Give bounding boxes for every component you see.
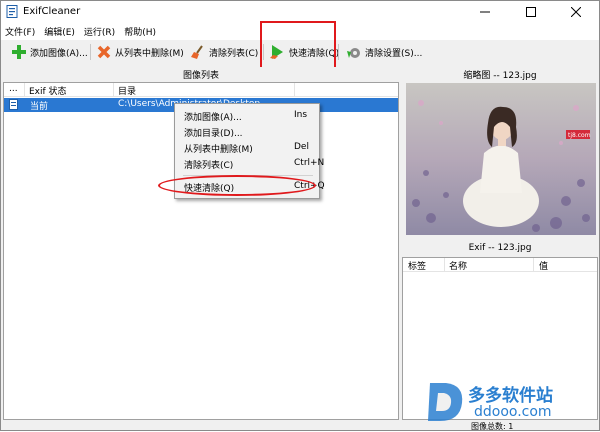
column-header-directory[interactable]: 目录 [118, 84, 136, 97]
menu-edit[interactable]: 编辑(E) [44, 25, 75, 38]
minimize-button[interactable] [462, 1, 508, 23]
highlight-box [260, 21, 336, 71]
exif-columns: 标签 名称 值 [403, 258, 597, 272]
add-image-button[interactable]: 添加图像(A)... [11, 43, 88, 61]
site-logo-icon [428, 383, 463, 421]
clean-settings-button[interactable]: 清除设置(S)... [346, 43, 422, 61]
watermark-title: 多多软件站 [468, 386, 553, 406]
thumbnail-header: 缩略图 -- 123.jpg [402, 67, 598, 81]
image-list-title: 图像列表 [182, 70, 219, 81]
thumbnail-title: 缩略图 -- 123.jpg [463, 70, 537, 81]
row-status: 当前 [30, 102, 49, 112]
maximize-button[interactable] [508, 1, 554, 23]
exif-header: Exif -- 123.jpg [402, 241, 598, 255]
remove-from-list-label: 从列表中删除(M) [115, 48, 184, 59]
toolbar-separator [338, 44, 339, 60]
add-image-label: 添加图像(A)... [30, 48, 88, 59]
exif-title: Exif -- 123.jpg [468, 243, 532, 253]
highlight-ellipse [158, 175, 316, 196]
toolbar-separator [90, 44, 91, 60]
column-header-name[interactable]: 名称 [449, 259, 467, 272]
column-divider [24, 83, 25, 97]
ctx-add-image[interactable]: 添加图像(A)... Ins [175, 108, 319, 124]
file-icon [9, 99, 18, 110]
clean-settings-label: 清除设置(S)... [365, 48, 423, 59]
title-bar: ExifCleaner [1, 1, 599, 23]
clear-list-button[interactable]: 清除列表(C) [190, 43, 258, 61]
minimize-icon [480, 11, 490, 13]
ctx-remove-from-list[interactable]: 从列表中删除(M) Del [175, 140, 319, 156]
broom-icon [191, 45, 203, 59]
column-header-tag[interactable]: 标签 [408, 259, 426, 272]
app-icon [6, 5, 18, 18]
clear-list-label: 清除列表(C) [209, 48, 259, 59]
remove-from-list-button[interactable]: 从列表中删除(M) [96, 43, 184, 61]
column-divider [294, 83, 295, 97]
site-watermark: 多多软件站 ddooo.com [416, 377, 596, 425]
ctx-clear-list[interactable]: 清除列表(C) Ctrl+N [175, 156, 324, 172]
menu-help[interactable]: 帮助(H) [124, 25, 156, 38]
maximize-icon [526, 7, 536, 17]
delete-x-icon [97, 45, 111, 59]
menu-run[interactable]: 运行(R) [84, 25, 115, 38]
column-header-value[interactable]: 值 [539, 259, 548, 272]
plus-icon [12, 45, 26, 59]
photo-watermark: tj8.com [568, 132, 591, 139]
column-divider [444, 258, 445, 272]
menu-file[interactable]: 文件(F) [5, 25, 35, 38]
thumbnail-photo: tj8.com [406, 83, 596, 235]
close-icon [571, 7, 581, 17]
thumbnail-image: tj8.com [406, 83, 596, 235]
settings-gear-icon [347, 48, 360, 58]
column-header-exif-status[interactable]: Exif 状态 [29, 84, 67, 97]
ctx-add-directory[interactable]: 添加目录(D)... [175, 124, 319, 140]
close-button[interactable] [553, 1, 599, 23]
image-list-columns: ... Exif 状态 目录 [4, 83, 398, 97]
watermark-url: ddooo.com [474, 404, 552, 420]
app-window: ExifCleaner 文件(F) 编辑(E) 运行(R) 帮助(H) 添加图像… [0, 0, 600, 431]
column-header-index[interactable]: ... [9, 84, 18, 94]
window-title: ExifCleaner [23, 6, 81, 17]
column-divider [533, 258, 534, 272]
image-list-header: 图像列表 [3, 67, 399, 81]
column-divider [113, 83, 114, 97]
